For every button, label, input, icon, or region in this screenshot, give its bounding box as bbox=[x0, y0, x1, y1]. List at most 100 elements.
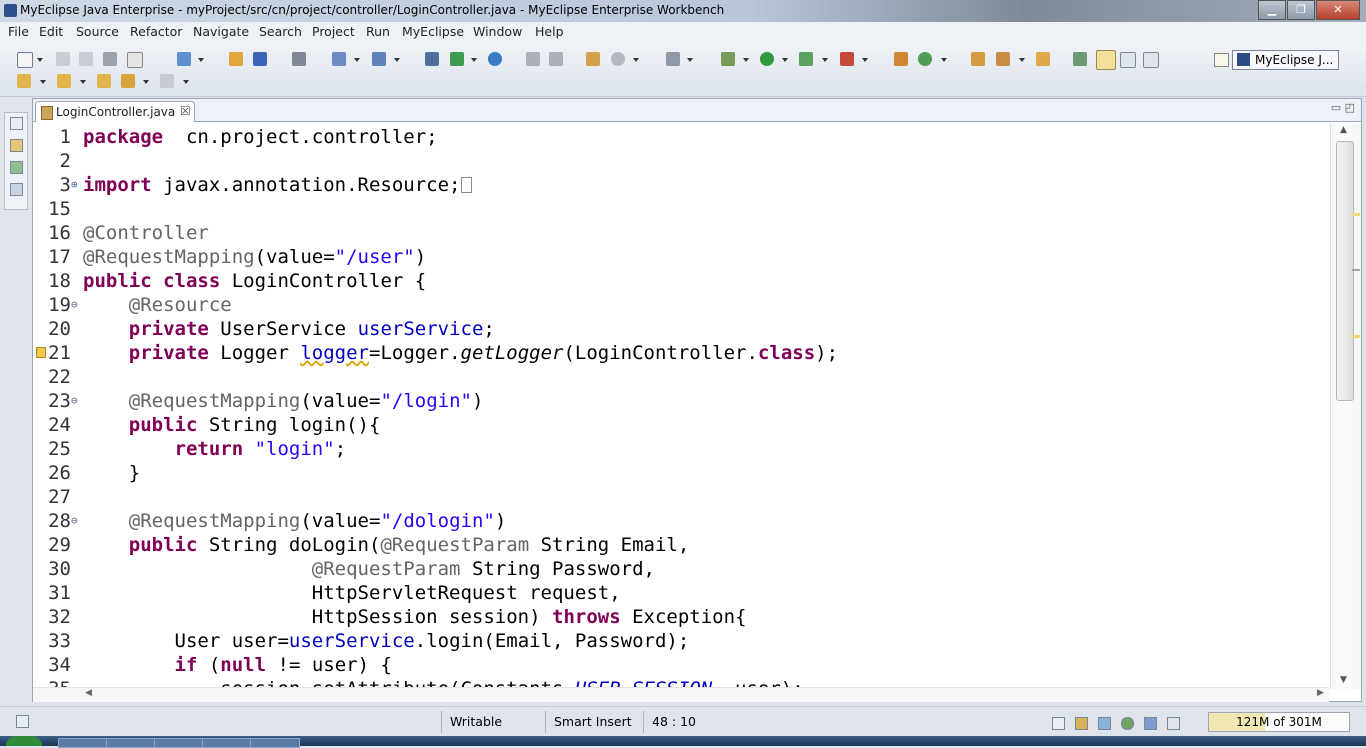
marker-icon[interactable] bbox=[996, 52, 1010, 66]
scroll-left-arrow[interactable]: ◀ bbox=[85, 688, 92, 698]
menu-edit[interactable]: Edit bbox=[39, 24, 63, 39]
servers-icon[interactable] bbox=[1121, 717, 1134, 730]
run-icon[interactable] bbox=[760, 52, 774, 66]
restore-view-icon[interactable] bbox=[1052, 717, 1065, 730]
new-class-icon[interactable] bbox=[918, 52, 932, 66]
type-dropdown-arrow[interactable] bbox=[198, 58, 204, 62]
menu-myeclipse[interactable]: MyEclipse bbox=[402, 24, 464, 39]
code-line[interactable]: 20 private UserService userService; bbox=[33, 317, 1329, 341]
code-line[interactable]: 28 ⊖ @RequestMapping(value="/dologin") bbox=[33, 509, 1329, 533]
fold-toggle-icon[interactable]: ⊖ bbox=[71, 293, 78, 317]
minimize-maximize-icons[interactable]: ▭ ◰ bbox=[1331, 101, 1355, 114]
save-icon[interactable] bbox=[56, 52, 70, 66]
new-package-icon[interactable] bbox=[894, 52, 908, 66]
code-line[interactable]: 3 ⊕ import javax.annotation.Resource; bbox=[33, 173, 1329, 197]
code-line[interactable]: 19 ⊖ @Resource bbox=[33, 293, 1329, 317]
package-explorer-icon[interactable] bbox=[10, 139, 23, 152]
deploy-icon[interactable] bbox=[253, 52, 267, 66]
taskbar-button[interactable] bbox=[106, 738, 156, 748]
heap-status[interactable]: 121M of 301M bbox=[1208, 712, 1350, 732]
query-icon[interactable] bbox=[611, 52, 625, 66]
server-dropdown-arrow[interactable] bbox=[471, 58, 477, 62]
code-line[interactable]: 33 User user=userService.login(Email, Pa… bbox=[33, 629, 1329, 653]
taskbar-button[interactable] bbox=[58, 738, 108, 748]
menu-search[interactable]: Search bbox=[259, 24, 302, 39]
minimize-button[interactable]: ▁ bbox=[1258, 0, 1286, 20]
taskbar-button[interactable] bbox=[202, 738, 252, 748]
editor-tab-logincontroller[interactable]: LoginController.java ☒ bbox=[35, 101, 195, 122]
menu-window[interactable]: Window bbox=[473, 24, 522, 39]
run-server-icon[interactable] bbox=[450, 52, 464, 66]
tab-close-icon[interactable]: ☒ bbox=[180, 104, 191, 118]
menu-project[interactable]: Project bbox=[312, 24, 355, 39]
new-icon[interactable] bbox=[17, 52, 33, 68]
code-line[interactable]: 21 private Logger logger=Logger.getLogge… bbox=[33, 341, 1329, 365]
print-icon[interactable] bbox=[103, 52, 117, 66]
code-line[interactable]: 23 ⊖ @RequestMapping(value="/login") bbox=[33, 389, 1329, 413]
overview-warning-marker[interactable] bbox=[1352, 213, 1360, 216]
debug-dropdown-arrow[interactable] bbox=[743, 58, 749, 62]
open-type-icon[interactable] bbox=[177, 52, 191, 66]
restore-icon[interactable] bbox=[10, 117, 23, 130]
menu-help[interactable]: Help bbox=[535, 24, 564, 39]
code-line[interactable]: 17 @RequestMapping(value="/user") bbox=[33, 245, 1329, 269]
run-dropdown-arrow[interactable] bbox=[782, 58, 788, 62]
code-line[interactable]: 2 bbox=[33, 149, 1329, 173]
search-dropdown-arrow[interactable] bbox=[394, 58, 400, 62]
code-line[interactable]: 24 public String login(){ bbox=[33, 413, 1329, 437]
perspective-button[interactable]: MyEclipse J... bbox=[1232, 50, 1339, 70]
code-line[interactable]: 35 session.setAttribute(Constants.USER_S… bbox=[33, 677, 1329, 687]
wizard-icon[interactable] bbox=[332, 52, 346, 66]
search-icon[interactable] bbox=[372, 52, 386, 66]
scroll-thumb[interactable] bbox=[1336, 141, 1354, 401]
wizard-dropdown-arrow[interactable] bbox=[354, 58, 360, 62]
fold-toggle-icon[interactable]: ⊖ bbox=[71, 389, 78, 413]
start-orb-icon[interactable] bbox=[6, 736, 42, 746]
hierarchy-icon[interactable] bbox=[10, 161, 23, 174]
forward-icon[interactable] bbox=[160, 74, 174, 88]
code-area[interactable]: 1 package cn.project.controller; 2 3 ⊕ import… bbox=[33, 123, 1329, 687]
menu-navigate[interactable]: Navigate bbox=[193, 24, 249, 39]
browser-icon[interactable] bbox=[488, 52, 502, 66]
ejb-icon[interactable] bbox=[229, 52, 243, 66]
code-line[interactable]: 30 @RequestParam String Password, bbox=[33, 557, 1329, 581]
code-line[interactable]: 27 bbox=[33, 485, 1329, 509]
code-line[interactable]: 25 return "login"; bbox=[33, 437, 1329, 461]
taskbar-button[interactable] bbox=[154, 738, 204, 748]
code-line[interactable]: 1 package cn.project.controller; bbox=[33, 125, 1329, 149]
forward-dropdown-arrow[interactable] bbox=[183, 80, 189, 84]
last-edit-location-icon[interactable] bbox=[97, 74, 111, 88]
open-task-icon[interactable] bbox=[1036, 52, 1050, 66]
menu-file[interactable]: File bbox=[8, 24, 29, 39]
toggle-breadcrumb-icon[interactable] bbox=[1073, 52, 1087, 66]
scroll-down-arrow[interactable]: ▼ bbox=[1340, 675, 1347, 685]
maximize-button[interactable]: ❐ bbox=[1287, 0, 1315, 20]
horizontal-scrollbar[interactable]: ◀ ▶ bbox=[33, 687, 1329, 702]
back-dropdown-arrow[interactable] bbox=[143, 80, 149, 84]
scroll-up-arrow[interactable]: ▲ bbox=[1340, 125, 1347, 135]
debug-icon[interactable] bbox=[721, 52, 735, 66]
vertical-scrollbar[interactable]: ▲ ▼ bbox=[1330, 123, 1361, 689]
folded-imports-marker[interactable] bbox=[460, 177, 472, 193]
code-line[interactable]: 26 } bbox=[33, 461, 1329, 485]
menu-run[interactable]: Run bbox=[366, 24, 390, 39]
menu-refactor[interactable]: Refactor bbox=[130, 24, 182, 39]
properties-icon[interactable] bbox=[1167, 717, 1180, 730]
code-line[interactable]: 34 if (null != user) { bbox=[33, 653, 1329, 677]
fold-toggle-icon[interactable]: ⊕ bbox=[71, 173, 78, 197]
warning-marker-icon[interactable] bbox=[36, 347, 46, 358]
overview-occurrence-marker[interactable] bbox=[1352, 335, 1360, 338]
save-all-icon[interactable] bbox=[79, 52, 93, 66]
code-line[interactable]: 18 public class LoginController { bbox=[33, 269, 1329, 293]
screenshot-dropdown-arrow[interactable] bbox=[687, 58, 693, 62]
block-selection-icon[interactable] bbox=[1120, 52, 1136, 68]
scroll-right-arrow[interactable]: ▶ bbox=[1317, 688, 1324, 698]
code-line[interactable]: 29 public String doLogin(@RequestParam S… bbox=[33, 533, 1329, 557]
screenshot-icon[interactable] bbox=[666, 52, 680, 66]
menu-source[interactable]: Source bbox=[76, 24, 119, 39]
previous-annotation-icon[interactable] bbox=[57, 74, 71, 88]
run-tools-icon[interactable] bbox=[799, 52, 813, 66]
fold-toggle-icon[interactable]: ⊖ bbox=[71, 509, 78, 533]
open-perspective-icon[interactable] bbox=[1214, 53, 1229, 67]
marker-dropdown-arrow[interactable] bbox=[1019, 58, 1025, 62]
